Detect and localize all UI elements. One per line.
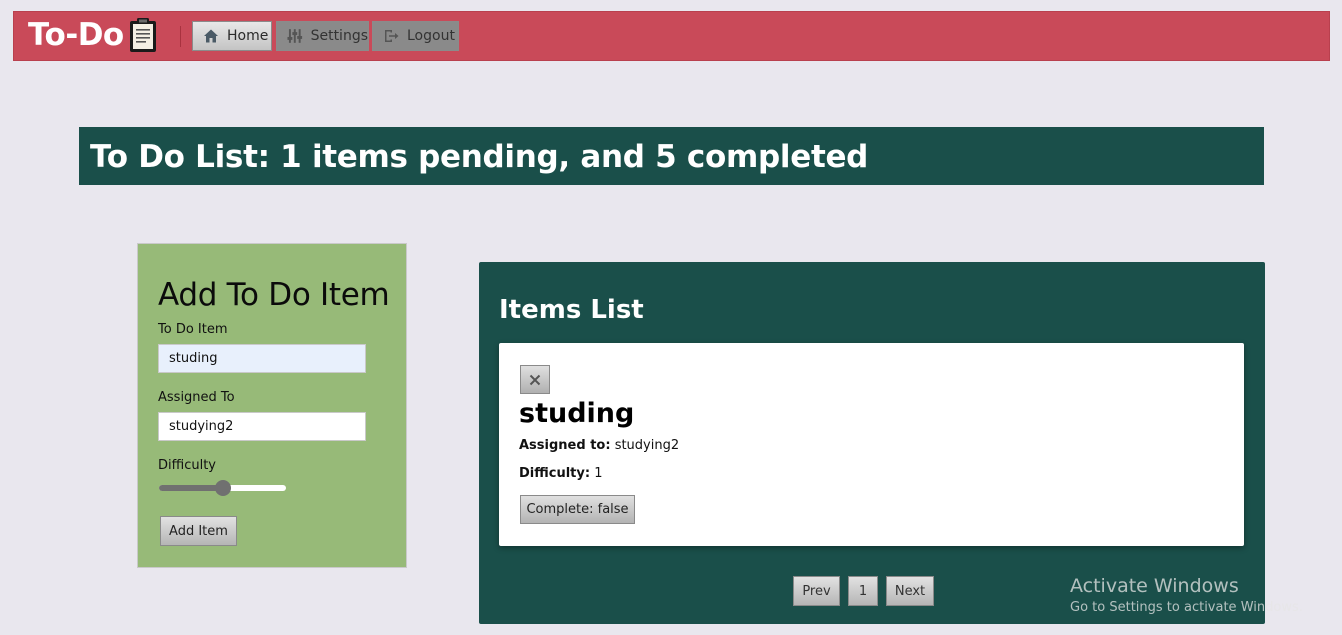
todo-item-input[interactable] [158, 344, 366, 373]
watermark-subtitle: Go to Settings to activate Windows. [1070, 600, 1303, 615]
add-item-form: Add To Do Item To Do Item Assigned To Di… [137, 243, 407, 568]
difficulty-slider[interactable] [159, 480, 286, 496]
watermark-title: Activate Windows [1070, 575, 1239, 597]
prev-page-button[interactable]: Prev [793, 576, 840, 606]
clipboard-icon [129, 18, 156, 52]
item-difficulty-label: Difficulty: [519, 466, 591, 481]
top-navbar: To-Do Home Settings Logout [13, 11, 1330, 61]
logout-icon [385, 30, 399, 42]
settings-button[interactable]: Settings [276, 21, 369, 51]
brand-logo[interactable]: To-Do [28, 17, 158, 53]
nav-divider [180, 26, 181, 47]
complete-toggle-button[interactable]: Complete: false [520, 495, 635, 524]
item-title: studing [519, 398, 635, 429]
add-item-button[interactable]: Add Item [160, 516, 237, 546]
slider-thumb[interactable] [215, 480, 231, 496]
close-icon [529, 374, 541, 385]
item-difficulty-value: 1 [594, 466, 603, 481]
home-button[interactable]: Home [192, 21, 272, 51]
list-item: studing Assigned to: studying2 Difficult… [499, 343, 1244, 546]
logout-button-label: Logout [407, 28, 455, 44]
sliders-icon [287, 29, 303, 43]
item-assigned-label: Assigned to: [519, 438, 611, 453]
item-difficulty: Difficulty: 1 [519, 466, 602, 481]
logout-button[interactable]: Logout [372, 21, 459, 51]
settings-button-label: Settings [310, 28, 368, 44]
slider-fill [159, 485, 223, 491]
assigned-to-input[interactable] [158, 412, 366, 441]
items-list-title: Items List [499, 295, 644, 325]
item-assigned: Assigned to: studying2 [519, 438, 679, 453]
next-page-button[interactable]: Next [886, 576, 934, 606]
brand-text: To-Do [28, 17, 124, 53]
item-assigned-value: studying2 [614, 438, 680, 453]
items-list-panel: Items List studing Assigned to: studying… [479, 262, 1265, 624]
delete-item-button[interactable] [520, 365, 550, 394]
activate-windows-watermark: Activate Windows Go to Settings to activ… [1070, 575, 1303, 615]
page-title: To Do List: 1 items pending, and 5 compl… [79, 127, 1264, 185]
home-button-label: Home [227, 28, 269, 44]
page-number-button[interactable]: 1 [848, 576, 878, 606]
assigned-to-label: Assigned To [158, 390, 235, 405]
form-title: Add To Do Item [158, 277, 390, 313]
difficulty-label: Difficulty [158, 458, 216, 473]
todo-item-label: To Do Item [158, 322, 228, 337]
home-icon [204, 29, 218, 43]
